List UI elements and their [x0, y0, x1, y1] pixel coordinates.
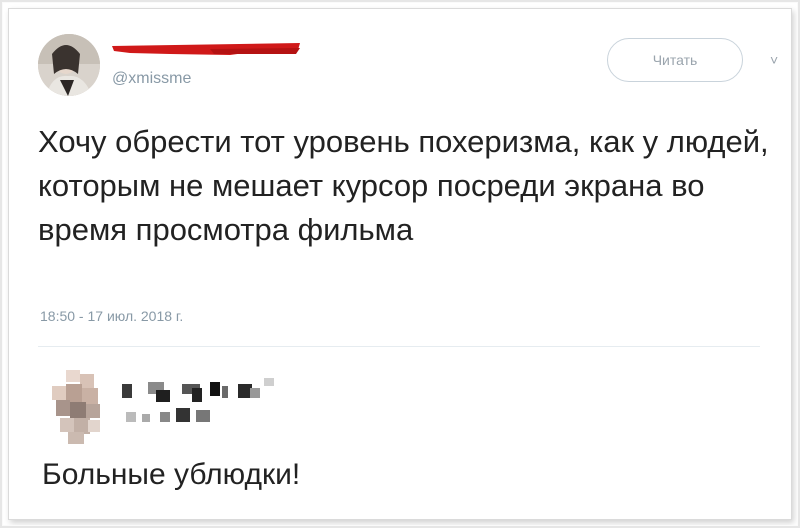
reply-text: Больные ублюдки! [42, 458, 301, 491]
tweet-text: Хочу обрести тот уровень похеризма, как … [38, 124, 769, 247]
author-avatar[interactable] [38, 34, 100, 96]
tweet-timestamp[interactable]: 18:50 - 17 июл. 2018 г. [40, 308, 183, 324]
author-avatar-photo [38, 34, 100, 96]
author-handle[interactable]: @xmissme [112, 70, 191, 88]
reply-avatar-pixelated[interactable] [48, 370, 112, 446]
follow-button[interactable]: Читать [607, 38, 743, 82]
chevron-down-icon[interactable]: ˅ [770, 52, 778, 68]
divider [38, 346, 760, 347]
redacted-display-name [112, 43, 300, 55]
reply-name-pixelated [122, 378, 274, 422]
